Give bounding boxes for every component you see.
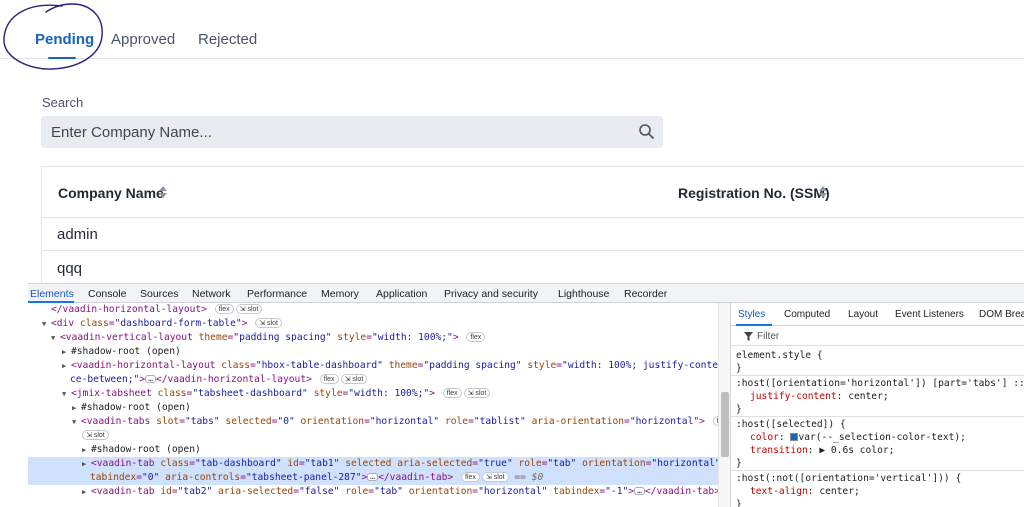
devtools-tab-network[interactable]: Network <box>192 288 231 300</box>
style-rule-selector[interactable]: :host([orientation='horizontal']) [part=… <box>736 377 1024 390</box>
devtools-tabbar: Elements Console Sources Network Perform… <box>28 284 1024 303</box>
elements-scrollbar[interactable] <box>718 303 730 507</box>
devtools-tab-sources[interactable]: Sources <box>140 288 179 300</box>
dom-node[interactable]: ▼ <vaadin-tabs slot="tabs" selected="0" o… <box>28 415 718 429</box>
expand-triangle-icon[interactable]: ▶ <box>82 485 91 499</box>
search-field <box>41 116 663 148</box>
ellipsis-button[interactable]: … <box>367 473 379 481</box>
flex-badge[interactable]: flex <box>214 304 234 314</box>
devtools-tab-console[interactable]: Console <box>88 288 127 300</box>
dom-node[interactable]: ▼ <vaadin-vertical-layout theme="padding … <box>28 331 718 345</box>
styles-filter-input[interactable] <box>757 329 1007 344</box>
style-declaration[interactable]: justify-content: center; <box>736 390 889 403</box>
rule-separator <box>731 375 1024 376</box>
style-declaration[interactable]: transition: ▶ 0.6s color; <box>736 444 894 457</box>
expand-triangle-icon[interactable]: ▶ <box>82 457 91 471</box>
grid-header: Company Name Registration No. (SSM) <box>42 167 1024 218</box>
styles-tab-layout[interactable]: Layout <box>848 309 878 320</box>
tab-approved[interactable]: Approved <box>111 31 175 48</box>
styles-tab-styles[interactable]: Styles <box>738 309 765 320</box>
dom-node-selected-continuation[interactable]: tabindex="0" aria-controls="tabsheet-pan… <box>28 471 718 485</box>
slot-badge[interactable]: ⇲ slot <box>255 318 282 328</box>
rule-separator <box>731 416 1024 417</box>
shadow-root-node[interactable]: ▶ #shadow-root (open) <box>28 443 718 457</box>
expand-triangle-icon[interactable]: ▶ <box>72 401 81 415</box>
dom-node-continuation: ⇲ slot <box>28 429 718 443</box>
ellipsis-button[interactable]: … <box>634 487 645 495</box>
shadow-root-node[interactable]: ▶ #shadow-root (open) <box>28 345 718 359</box>
filter-icon <box>744 332 753 341</box>
dom-node-selected[interactable]: ▶ <vaadin-tab class="tab-dashboard" id="t… <box>28 457 718 471</box>
app-page: Pending Approved Rejected Search Company… <box>0 0 1024 283</box>
dom-node[interactable]: ▼ <jmix-tabsheet class="tabsheet-dashboar… <box>28 387 718 401</box>
slot-badge[interactable]: ⇲ slot <box>340 374 368 384</box>
scrollbar-thumb[interactable] <box>721 392 729 457</box>
styles-tab-event-listeners[interactable]: Event Listeners <box>895 309 964 320</box>
expand-triangle-icon[interactable]: ▶ <box>62 345 71 359</box>
styles-active-tab-indicator <box>736 324 772 326</box>
devtools-tab-lighthouse[interactable]: Lighthouse <box>558 288 609 300</box>
elements-tree: </vaadin-horizontal-layout> flex ⇲ slot ▼… <box>28 303 718 507</box>
style-declaration[interactable]: text-align: center; <box>736 485 860 498</box>
style-rule-selector[interactable]: :host([selected]) { <box>736 418 846 431</box>
handwritten-circle-annotation <box>3 3 103 70</box>
tabsheet-tabs: Pending Approved Rejected <box>0 0 1024 59</box>
devtools-tab-privacy[interactable]: Privacy and security <box>444 288 538 300</box>
devtools-panel: Elements Console Sources Network Perform… <box>28 283 1024 507</box>
style-rule-selector[interactable]: :host(:not([orientation='vertical'])) { <box>736 472 961 485</box>
expand-triangle-icon[interactable]: ▶ <box>62 359 71 373</box>
collapse-triangle-icon[interactable]: ▼ <box>62 387 71 401</box>
ellipsis-button[interactable]: … <box>145 375 156 383</box>
expand-triangle-icon[interactable]: ▶ <box>819 445 825 456</box>
slot-badge[interactable]: ⇲ slot <box>481 472 509 482</box>
slot-badge[interactable]: ⇲ slot <box>235 304 263 314</box>
styles-tabbar: Styles Computed Layout Event Listeners D… <box>731 303 1024 326</box>
slot-badge[interactable]: ⇲ slot <box>463 388 491 398</box>
styles-tab-computed[interactable]: Computed <box>784 309 830 320</box>
shadow-root-node[interactable]: ▶ #shadow-root (open) <box>28 401 718 415</box>
slot-badge[interactable]: ⇲ slot <box>82 430 109 440</box>
cell-company-name: admin <box>57 226 98 243</box>
style-rule-close: } <box>736 458 742 469</box>
search-label: Search <box>42 95 84 110</box>
column-header-registration-no[interactable]: Registration No. (SSM) <box>678 185 830 201</box>
table-row[interactable]: qqq <box>42 252 1024 283</box>
sort-icon[interactable] <box>159 186 167 198</box>
companies-grid: Company Name Registration No. (SSM) admi… <box>41 166 1024 283</box>
style-rule-close: } <box>736 404 742 415</box>
table-row[interactable]: admin <box>42 218 1024 251</box>
devtools-tab-memory[interactable]: Memory <box>321 288 359 300</box>
style-declaration[interactable]: color: var(--_selection-color-text); <box>736 431 966 444</box>
dom-node[interactable]: ▶ <vaadin-tab id="tab2" aria-selected="fa… <box>28 485 718 499</box>
dom-node[interactable]: </vaadin-horizontal-layout> flex ⇲ slot <box>28 303 718 317</box>
style-rule-close: } <box>736 363 742 374</box>
sort-icon[interactable] <box>819 186 827 198</box>
dom-node[interactable]: ▶ <vaadin-horizontal-layout class="hbox-t… <box>28 359 718 373</box>
selected-node-marker: == $0 <box>514 472 544 483</box>
flex-badge[interactable]: flex <box>319 374 339 384</box>
expand-triangle-icon[interactable]: ▶ <box>82 443 91 457</box>
cell-company-name: qqq <box>57 260 83 277</box>
styles-pane: Styles Computed Layout Event Listeners D… <box>731 303 1024 507</box>
collapse-triangle-icon[interactable]: ▼ <box>42 317 51 331</box>
search-input[interactable] <box>41 116 631 148</box>
collapse-triangle-icon[interactable]: ▼ <box>72 415 81 429</box>
style-rule-selector[interactable]: element.style { <box>736 349 823 362</box>
dom-node[interactable]: ▼ <div class="dashboard-form-table"> ⇲ sl… <box>28 317 718 331</box>
flex-badge[interactable]: flex <box>466 332 486 342</box>
rule-separator <box>731 470 1024 471</box>
search-icon[interactable] <box>638 123 655 140</box>
flex-badge[interactable]: flex <box>461 472 480 482</box>
collapse-triangle-icon[interactable]: ▼ <box>51 331 60 345</box>
devtools-tab-application[interactable]: Application <box>376 288 427 300</box>
styles-tab-dom-breakpoints[interactable]: DOM Brea <box>979 309 1024 320</box>
tab-rejected[interactable]: Rejected <box>198 31 257 48</box>
dom-node-continuation[interactable]: ce-between;">… </vaadin-horizontal-layout… <box>28 373 718 387</box>
devtools-tab-recorder[interactable]: Recorder <box>624 288 667 300</box>
flex-badge[interactable]: flex <box>442 388 462 398</box>
devtools-tab-elements[interactable]: Elements <box>30 288 74 300</box>
devtools-tab-performance[interactable]: Performance <box>247 288 307 300</box>
styles-filter <box>731 327 1024 346</box>
column-header-company-name[interactable]: Company Name <box>58 185 164 201</box>
